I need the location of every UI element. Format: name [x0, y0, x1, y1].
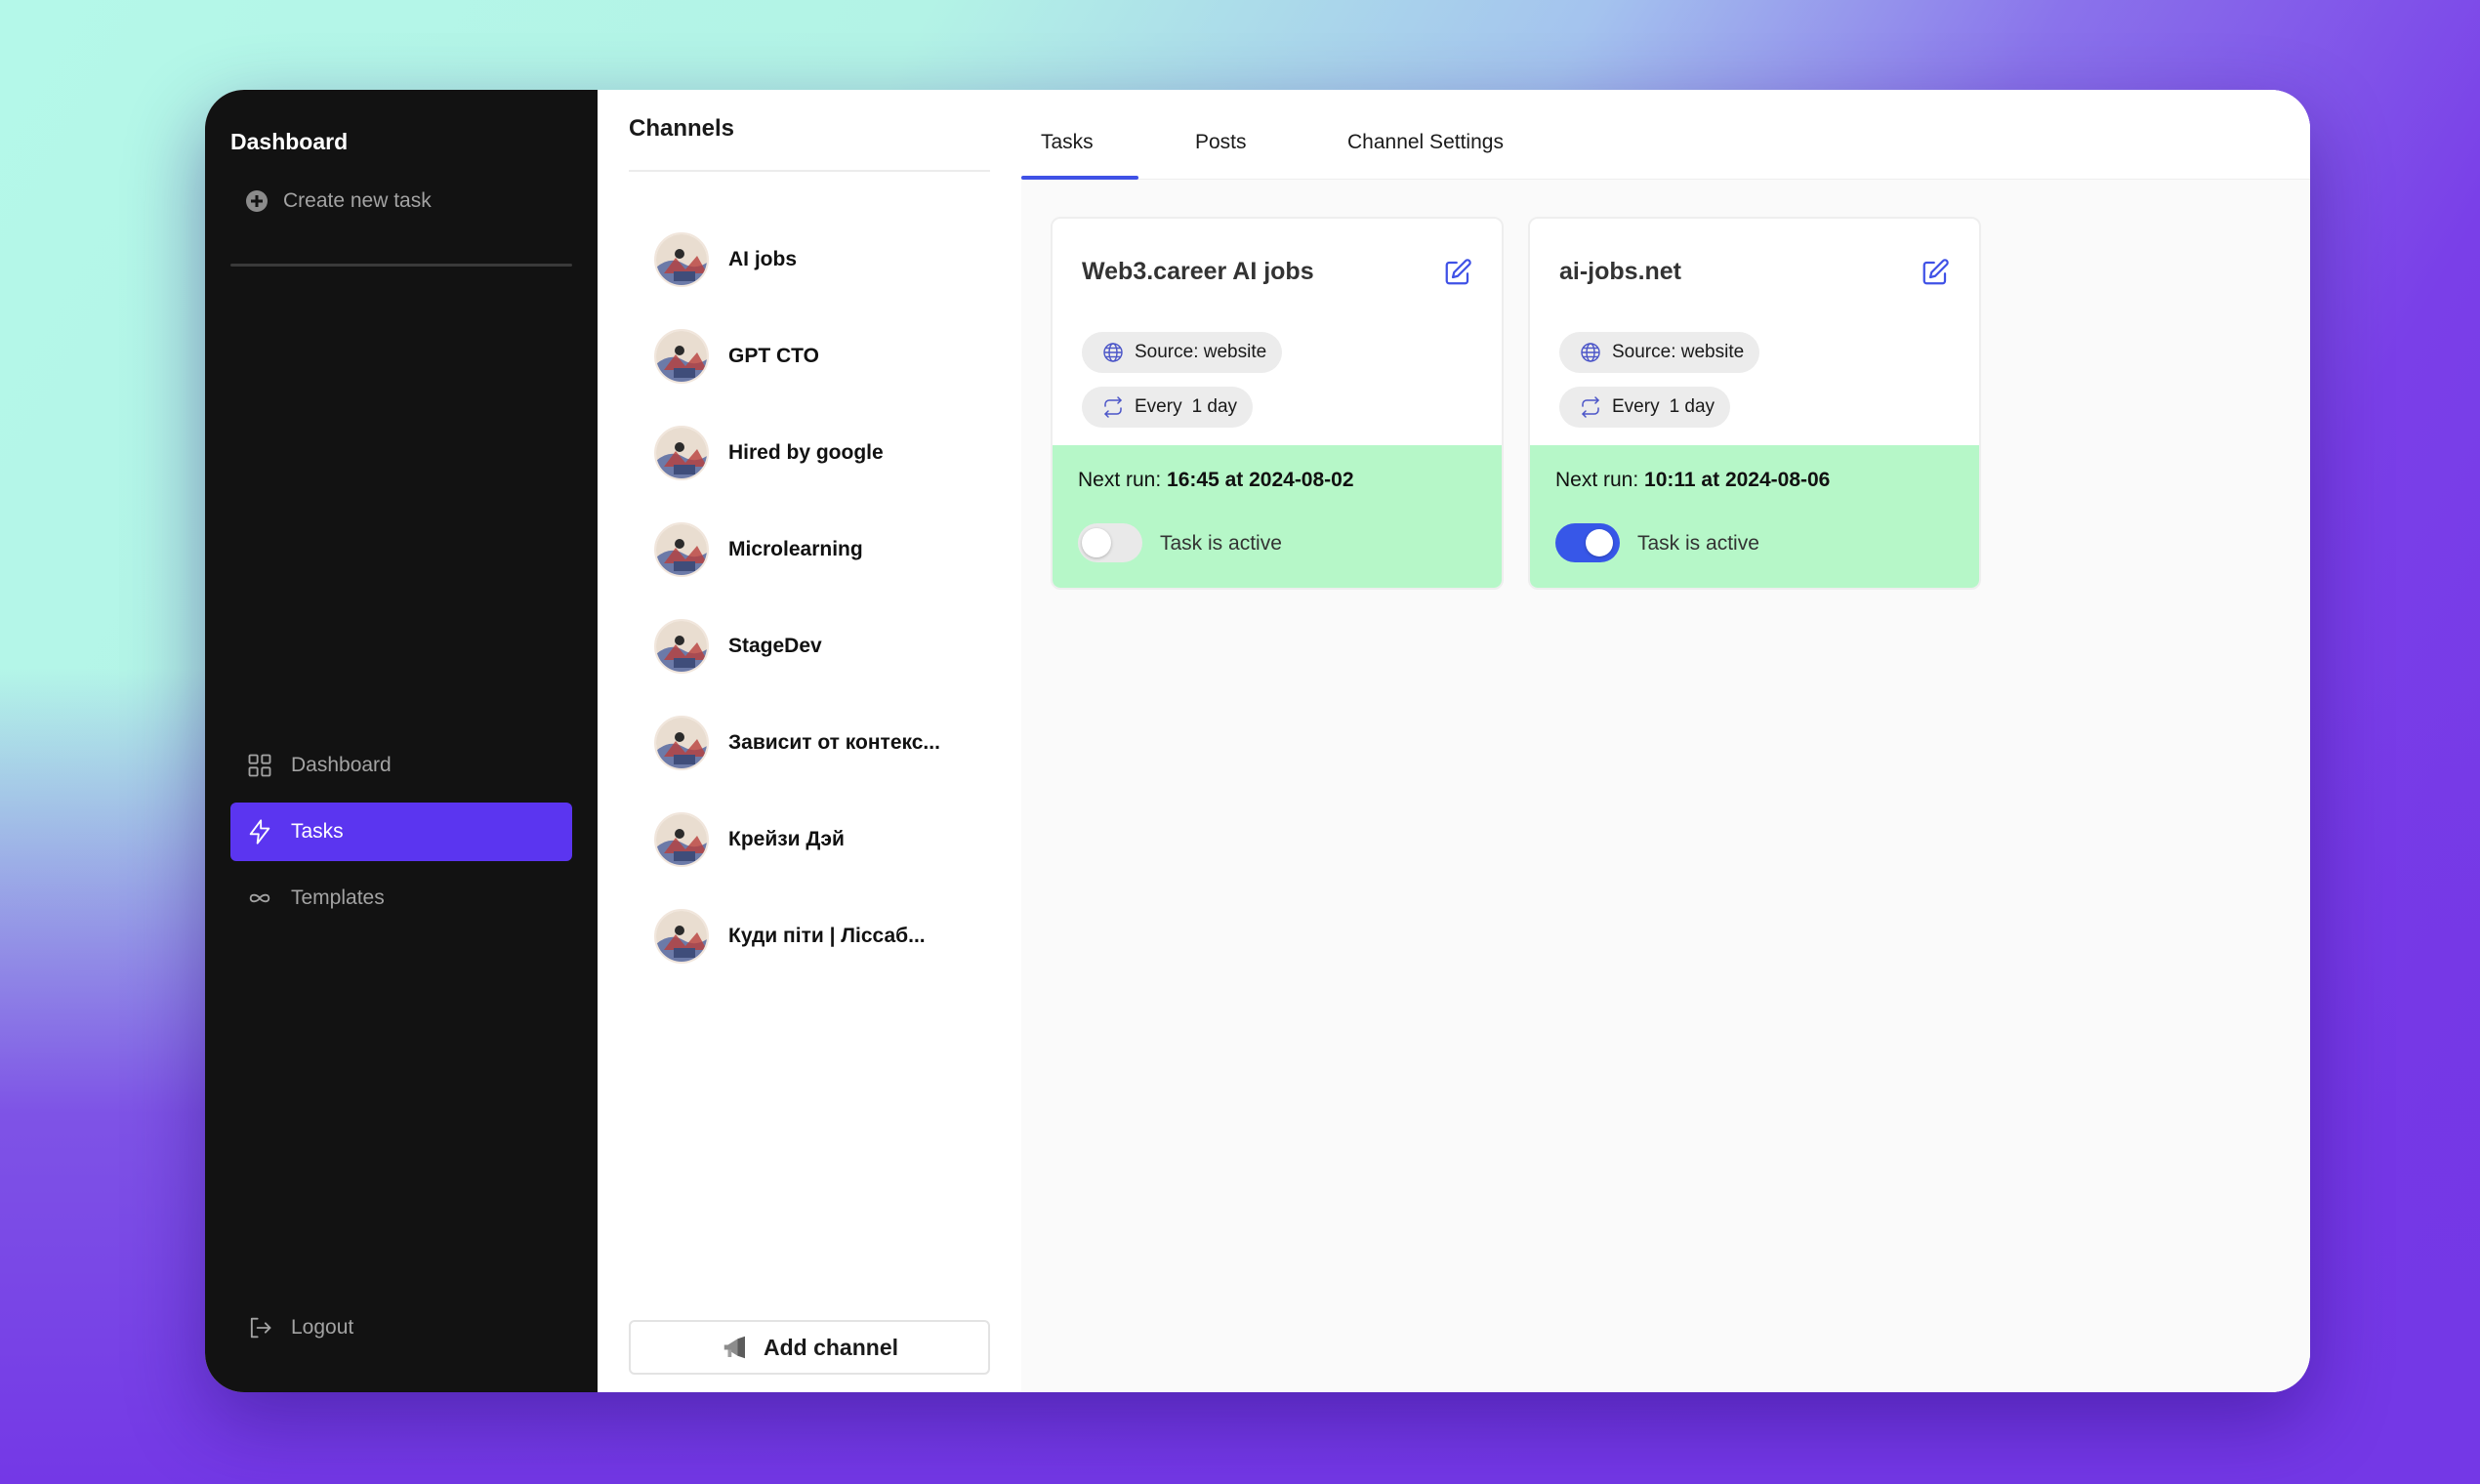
task-status-panel: Next run: 10:11 at 2024-08-06 Task is ac…: [1530, 445, 1979, 588]
channel-name: Куди піти | Ліссаб...: [728, 924, 926, 947]
grid-icon: [248, 754, 271, 777]
repeat-icon: [1582, 396, 1599, 418]
interval-badge: Every 1 day: [1559, 387, 1731, 428]
task-active-label: Task is active: [1160, 532, 1282, 555]
sidebar-item-label: Templates: [291, 886, 385, 909]
task-active-toggle[interactable]: [1078, 523, 1142, 562]
add-channel-label: Add channel: [763, 1334, 898, 1360]
sidebar-nav: Dashboard Tasks Templates: [230, 736, 572, 935]
channel-name: Microlearning: [728, 537, 863, 560]
channel-item[interactable]: AI jobs: [654, 211, 986, 308]
app-window: Dashboard Create new task Dashboard Task…: [205, 90, 2310, 1392]
channel-item[interactable]: Куди піти | Ліссаб...: [654, 887, 986, 984]
channel-name: Крейзи Дэй: [728, 827, 845, 850]
logout-label: Logout: [291, 1316, 354, 1339]
interval-value: 1 day: [1191, 396, 1238, 417]
task-title: ai-jobs.net: [1559, 258, 1682, 285]
toggle-knob: [1586, 529, 1613, 556]
sidebar-item-label: Dashboard: [291, 754, 392, 776]
tab-bar: Tasks Posts Channel Settings: [1021, 90, 2310, 180]
next-run-value: 16:45 at 2024-08-02: [1167, 469, 1354, 491]
channel-avatar: [654, 425, 709, 480]
edit-icon[interactable]: [1443, 258, 1472, 287]
task-card: Web3.career AI jobs Source: website Ever…: [1051, 217, 1504, 590]
channel-list: AI jobs GPT CTO Hired by google Microlea…: [654, 211, 986, 984]
channel-avatar: [654, 908, 709, 964]
logout-icon: [250, 1317, 271, 1339]
channel-item[interactable]: Зависит от контекс...: [654, 694, 986, 791]
infinity-icon: [249, 893, 270, 903]
interval-every: Every: [1612, 396, 1660, 417]
source-badge: Source: website: [1559, 332, 1760, 373]
sidebar-item-label: Tasks: [291, 820, 344, 843]
task-active-toggle[interactable]: [1555, 523, 1620, 562]
megaphone-icon: [723, 1336, 745, 1359]
source-text: Source: website: [1612, 342, 1745, 362]
channel-avatar: [654, 618, 709, 674]
channel-name: StageDev: [728, 634, 822, 657]
channel-name: AI jobs: [728, 247, 798, 270]
task-title: Web3.career AI jobs: [1082, 258, 1314, 285]
create-task-label: Create new task: [283, 189, 432, 212]
channel-avatar: [654, 715, 709, 770]
bolt-icon: [249, 819, 270, 845]
repeat-icon: [1104, 396, 1122, 418]
create-task-button[interactable]: Create new task: [246, 189, 432, 213]
channel-item[interactable]: Microlearning: [654, 501, 986, 598]
sidebar-title: Dashboard: [230, 129, 349, 154]
channel-avatar: [654, 328, 709, 384]
edit-icon[interactable]: [1921, 258, 1950, 287]
sidebar-item-tasks[interactable]: Tasks: [230, 803, 572, 861]
sidebar-item-templates[interactable]: Templates: [230, 869, 572, 928]
channel-item[interactable]: Hired by google: [654, 404, 986, 501]
tab-tasks[interactable]: Tasks: [1041, 131, 1094, 154]
add-channel-button[interactable]: Add channel: [629, 1320, 990, 1375]
sidebar-item-dashboard[interactable]: Dashboard: [230, 736, 572, 795]
sidebar-divider: [230, 264, 572, 267]
tab-posts[interactable]: Posts: [1195, 131, 1247, 154]
channel-item[interactable]: GPT CTO: [654, 308, 986, 404]
main-content: Tasks Posts Channel Settings Web3.career…: [1021, 90, 2310, 1392]
next-run: Next run: 10:11 at 2024-08-06: [1555, 469, 1830, 492]
channels-title: Channels: [629, 115, 735, 142]
task-active-label: Task is active: [1637, 532, 1759, 555]
source-badge: Source: website: [1082, 332, 1283, 373]
next-run-label: Next run:: [1078, 469, 1162, 491]
channel-name: GPT CTO: [728, 344, 819, 367]
sidebar: Dashboard Create new task Dashboard Task…: [205, 90, 598, 1392]
toggle-knob: [1082, 528, 1111, 557]
source-text: Source: website: [1135, 342, 1267, 362]
globe-icon: [1103, 343, 1123, 362]
tab-channel-settings[interactable]: Channel Settings: [1347, 131, 1504, 154]
channel-avatar: [654, 521, 709, 577]
channel-item[interactable]: Крейзи Дэй: [654, 791, 986, 887]
active-tab-indicator: [1021, 176, 1138, 180]
globe-icon: [1581, 343, 1600, 362]
interval-badge: Every 1 day: [1082, 387, 1254, 428]
channels-panel: Channels AI jobs GPT CTO Hired by google…: [598, 90, 1021, 1392]
logout-button[interactable]: Logout: [246, 1314, 353, 1341]
channel-item[interactable]: StageDev: [654, 598, 986, 694]
next-run-label: Next run:: [1555, 469, 1639, 491]
next-run-value: 10:11 at 2024-08-06: [1644, 469, 1831, 491]
channel-avatar: [654, 811, 709, 867]
channels-divider: [629, 170, 990, 172]
channel-name: Hired by google: [728, 440, 884, 464]
interval-value: 1 day: [1669, 396, 1715, 417]
next-run: Next run: 16:45 at 2024-08-02: [1078, 469, 1354, 492]
task-status-panel: Next run: 16:45 at 2024-08-02 Task is ac…: [1053, 445, 1502, 588]
channel-name: Зависит от контекс...: [728, 730, 940, 754]
channel-avatar: [654, 231, 709, 287]
plus-circle-icon: [246, 190, 268, 212]
task-card: ai-jobs.net Source: website Every 1 day: [1528, 217, 1981, 590]
interval-every: Every: [1135, 396, 1182, 417]
